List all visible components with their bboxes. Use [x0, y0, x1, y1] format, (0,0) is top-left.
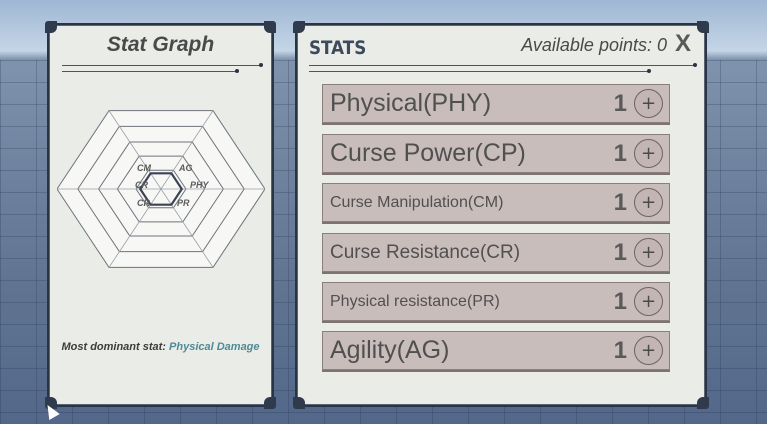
stat-name: Physical(PHY)	[330, 89, 492, 117]
panel-corner	[45, 21, 57, 33]
divider-dot	[235, 69, 239, 73]
panel-corner	[697, 21, 709, 33]
panel-corner	[293, 21, 305, 33]
hex-axis-label: AG	[178, 163, 193, 173]
increase-agility-button[interactable]: +	[634, 336, 663, 365]
title-divider	[62, 65, 261, 66]
stat-value: 1	[613, 288, 627, 315]
stat-row-curse-manipulation: Curse Manipulation(CM) 1 +	[322, 183, 670, 222]
header-divider	[309, 71, 649, 72]
stat-hexagon-chart: CM AG PHYPR CR CR	[57, 110, 265, 268]
stat-name: Physical resistance(PR)	[330, 293, 500, 310]
stat-name: Agility(AG)	[330, 336, 450, 364]
increase-curse-manipulation-button[interactable]: +	[634, 188, 663, 217]
hex-axis-label: PHY	[190, 180, 210, 190]
panel-corner	[264, 397, 276, 409]
stat-name: Curse Resistance(CR)	[330, 242, 521, 263]
close-button[interactable]: X	[671, 30, 695, 58]
stat-row-agility: Agility(AG) 1 +	[322, 331, 670, 370]
increase-physical-resistance-button[interactable]: +	[634, 287, 663, 316]
stats-title: STATS	[309, 37, 367, 59]
stat-value: 1	[613, 90, 627, 117]
stat-name: Curse Power(CP)	[330, 139, 526, 167]
stat-graph-panel: Stat Graph CM AG PHY PR CR CR Most dominant s…	[45, 21, 276, 409]
dominant-stat-label: Most dominant stat:	[61, 341, 166, 353]
hex-axis-label: CM	[137, 163, 151, 173]
stat-name: Curse Manipulation(CM)	[330, 194, 504, 211]
stat-row-curse-resistance: Curse Resistance(CR) 1 +	[322, 233, 670, 272]
increase-curse-power-button[interactable]: +	[634, 139, 663, 168]
header-divider	[309, 65, 695, 66]
increase-curse-resistance-button[interactable]: +	[634, 238, 663, 267]
hex-axis-label: CR	[135, 180, 148, 190]
stat-value: 1	[613, 337, 627, 364]
hex-axis-label: CR	[137, 198, 150, 208]
stat-value: 1	[613, 140, 627, 167]
stat-row-curse-power: Curse Power(CP) 1 +	[322, 134, 670, 173]
panel-corner	[293, 397, 305, 409]
divider-dot	[693, 63, 697, 67]
increase-physical-button[interactable]: +	[634, 89, 663, 118]
dominant-stat-text: Most dominant stat: Physical Damage	[59, 341, 262, 354]
divider-dot	[647, 69, 651, 73]
stats-panel: STATS Available points: 0 X Physical(PHY…	[293, 21, 709, 409]
stat-value: 1	[613, 189, 627, 216]
stat-row-physical: Physical(PHY) 1 +	[322, 84, 670, 123]
hex-axis-label: PR	[177, 198, 190, 208]
dominant-stat-value: Physical Damage	[169, 341, 260, 353]
stat-row-physical-resistance: Physical resistance(PR) 1 +	[322, 282, 670, 321]
available-points-label: Available points: 0	[521, 35, 667, 55]
panel-corner	[697, 397, 709, 409]
divider-dot	[259, 63, 263, 67]
title-divider	[62, 71, 237, 72]
stat-value: 1	[613, 239, 627, 266]
panel-corner	[264, 21, 276, 33]
stat-graph-title: Stat Graph	[106, 33, 215, 56]
